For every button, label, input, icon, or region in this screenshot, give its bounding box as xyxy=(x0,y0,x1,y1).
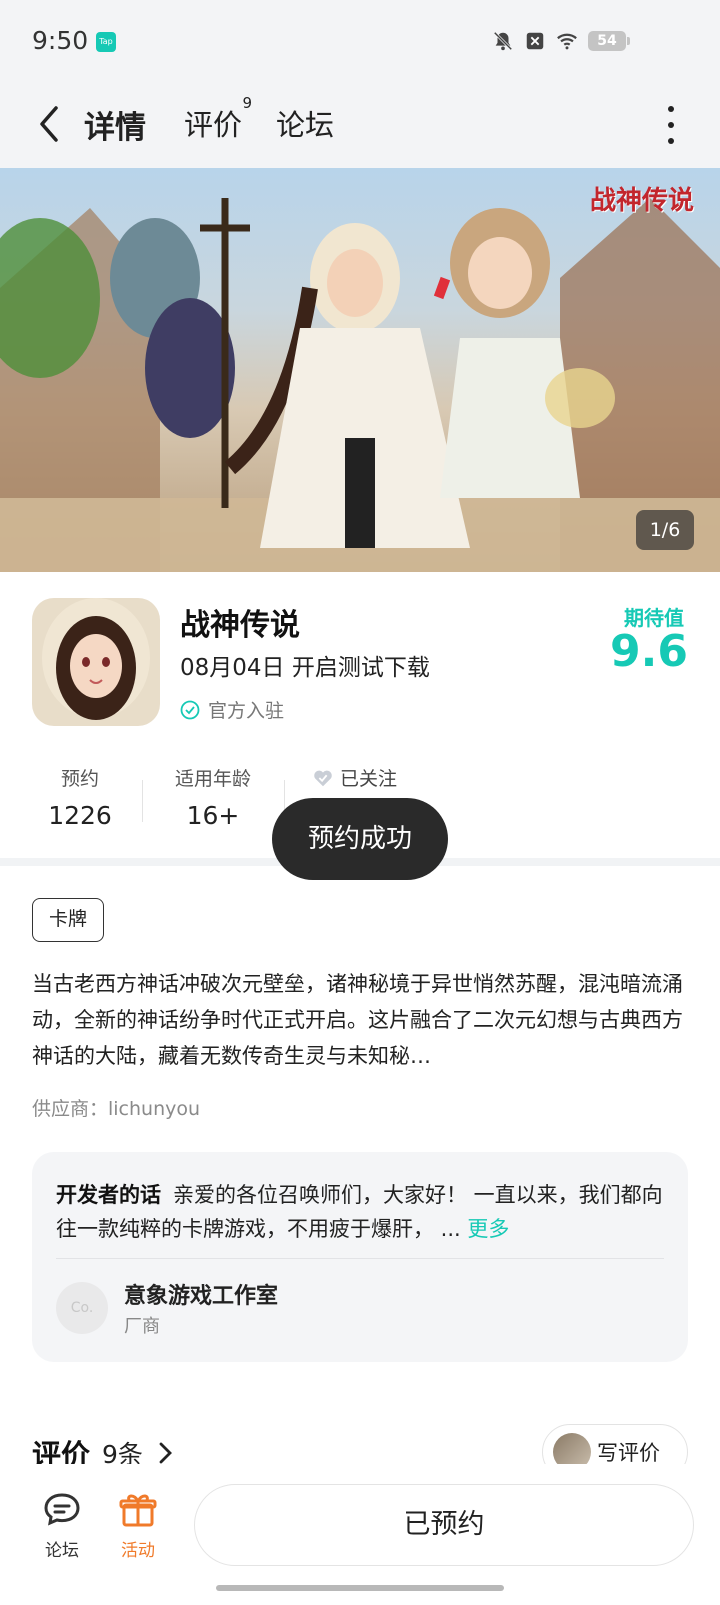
tab-details[interactable]: 详情 xyxy=(84,102,146,147)
tab-reviews-count: 9 xyxy=(242,94,253,112)
age-rating-label: 适用年龄 xyxy=(174,768,251,790)
age-rating-value: 16+ xyxy=(186,801,240,830)
top-navigation: 详情 评价 9 论坛 xyxy=(0,84,720,168)
developer-card[interactable]: 开发者的话 亲爱的各位召唤师们，大家好！ 一直以来，我们都向往一款纯粹的卡牌游戏，… xyxy=(32,1152,688,1362)
back-arrow-icon[interactable] xyxy=(30,102,70,146)
follow-label: 已关注 xyxy=(340,768,398,790)
official-badge: 官方入驻 xyxy=(180,696,284,723)
reservation-label: 预约 xyxy=(60,768,99,790)
bottom-activity-label: 活动 xyxy=(121,1541,155,1561)
age-rating-stat: 适用年龄 16+ xyxy=(168,764,258,830)
tab-reviews-label: 评价 xyxy=(184,108,243,142)
developer-avatar: Co. xyxy=(56,1282,108,1334)
write-review-label: 写评价 xyxy=(597,1441,660,1465)
app-icon xyxy=(32,598,160,726)
status-time: 9:50 xyxy=(32,26,89,55)
banner-artwork xyxy=(0,198,720,572)
status-bar: 9:50 Tap 54 xyxy=(0,0,720,84)
reservation-success-toast: 预约成功 xyxy=(272,798,448,880)
reservation-count: 1226 xyxy=(48,801,112,830)
reservation-stat: 预约 1226 xyxy=(40,764,120,830)
more-options-icon[interactable] xyxy=(666,106,676,144)
battery-icon: 54 xyxy=(588,31,630,51)
banner-image xyxy=(0,168,720,572)
developer-message-title: 开发者的话 xyxy=(56,1183,161,1207)
forum-chat-icon xyxy=(44,1493,80,1526)
tab-reviews[interactable]: 评价 9 xyxy=(184,94,252,144)
app-name: 战神传说 xyxy=(180,608,300,643)
developer-message: 开发者的话 亲爱的各位召唤师们，大家好！ 一直以来，我们都向往一款纯粹的卡牌游戏，… xyxy=(56,1178,666,1246)
card-divider xyxy=(56,1258,664,1259)
wifi-icon xyxy=(557,33,577,50)
close-box-icon xyxy=(526,32,544,50)
chevron-right-icon xyxy=(159,1442,172,1464)
gift-icon xyxy=(119,1494,157,1527)
taptap-notification-icon: Tap xyxy=(96,32,116,52)
status-icons: 54 xyxy=(492,30,630,52)
screenshot-carousel[interactable]: 战神传说 1/6 xyxy=(0,168,720,572)
bottom-forum-button[interactable]: 论坛 xyxy=(32,1490,92,1561)
tab-forum[interactable]: 论坛 xyxy=(276,102,334,144)
developer-role: 厂商 xyxy=(124,1316,160,1337)
mute-icon xyxy=(493,31,513,51)
carousel-counter: 1/6 xyxy=(636,510,694,550)
supplier-info: 供应商：lichunyou xyxy=(32,1098,201,1120)
heart-icon xyxy=(314,770,332,786)
home-indicator[interactable] xyxy=(216,1585,504,1591)
official-label: 官方入驻 xyxy=(208,700,285,722)
bottom-action-bar: 论坛 活动 已预约 xyxy=(0,1464,720,1605)
release-date: 08月04日 开启测试下载 xyxy=(180,655,430,681)
game-logo: 战神传说 xyxy=(589,186,694,216)
bottom-forum-label: 论坛 xyxy=(45,1541,79,1561)
follow-button[interactable]: 已关注 xyxy=(312,764,397,791)
developer-name[interactable]: 意象游戏工作室 xyxy=(124,1278,278,1310)
more-link[interactable]: 更多 xyxy=(467,1217,509,1241)
expectation-score: 9.6 xyxy=(610,626,688,677)
check-circle-icon xyxy=(180,700,200,719)
tab-details-label: 详情 xyxy=(84,110,146,146)
genre-tag[interactable]: 卡牌 xyxy=(32,898,104,942)
bottom-activity-button[interactable]: 活动 xyxy=(108,1490,168,1561)
stat-divider xyxy=(142,780,143,822)
game-description[interactable]: 当古老西方神话冲破次元壁垒，诸神秘境于异世悄然苏醒，混沌暗流涌动，全新的神话纷争… xyxy=(32,966,688,1074)
reserved-button[interactable]: 已预约 xyxy=(194,1484,694,1566)
